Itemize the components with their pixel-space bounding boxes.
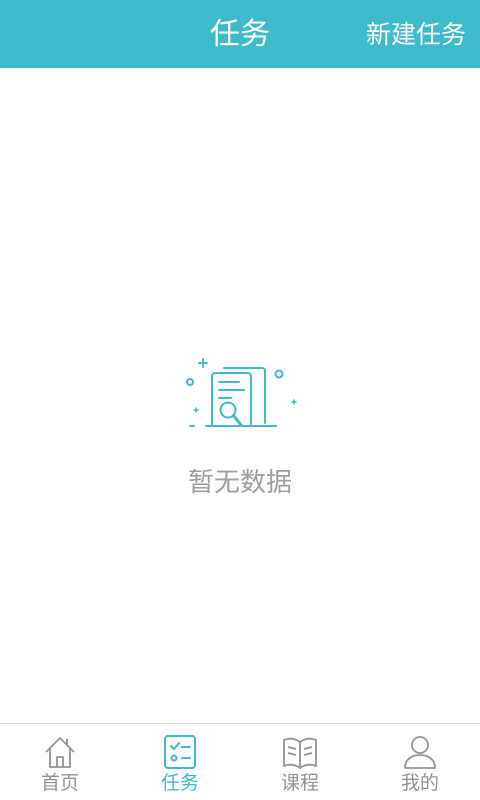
- document-search-icon: [182, 354, 298, 438]
- new-task-button[interactable]: 新建任务: [366, 0, 466, 68]
- tab-tasks-label: 任务: [160, 772, 199, 794]
- tab-courses[interactable]: 课程: [240, 724, 360, 800]
- empty-state-message: 暂无数据: [187, 468, 292, 498]
- book-icon: [283, 737, 317, 769]
- tab-me[interactable]: 我的: [360, 724, 480, 800]
- bottom-tab-bar: 首页 任务 课程 我的: [0, 723, 480, 800]
- tab-tasks[interactable]: 任务: [120, 724, 240, 800]
- app-header: 任务 新建任务: [0, 0, 480, 68]
- user-icon: [404, 736, 436, 769]
- tab-me-label: 我的: [400, 772, 439, 794]
- home-icon: [45, 737, 75, 768]
- tab-home-label: 首页: [40, 772, 79, 794]
- task-screen: 任务 新建任务 暂无数据 首页 任务 课程 我的: [0, 0, 480, 800]
- tab-courses-label: 课程: [280, 772, 319, 794]
- task-checklist-icon: [164, 735, 196, 769]
- tab-home[interactable]: 首页: [0, 724, 120, 800]
